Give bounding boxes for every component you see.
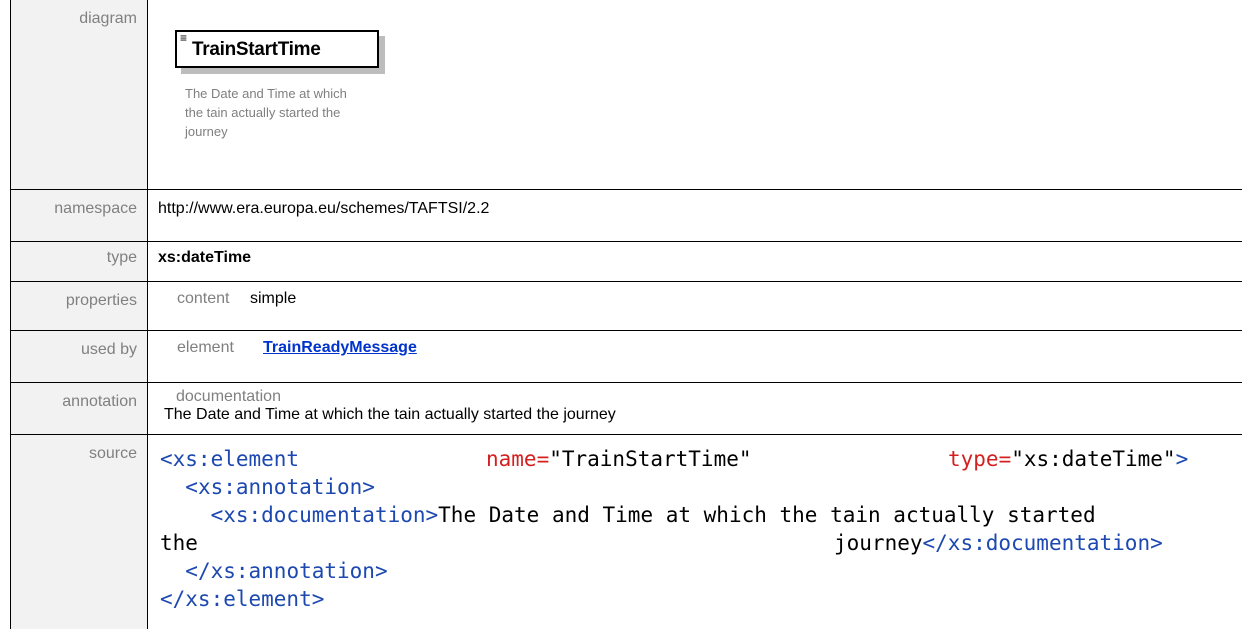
tag-documentation-open: <xs:documentation> xyxy=(211,503,439,527)
diagram-doc-line: The Date and Time at which xyxy=(185,84,435,103)
tag-annotation-close: </xs:annotation> xyxy=(185,559,387,583)
row-diagram: diagram ≡ TrainStartTime The Date and Ti… xyxy=(11,0,1242,190)
attr-type-value: "xs:dateTime" xyxy=(1011,447,1175,471)
used-by-cell: elementTrainReadyMessage xyxy=(148,331,1242,383)
attr-name-value: "TrainStartTime" xyxy=(549,447,751,471)
element-diagram: ≡ TrainStartTime The Date and Time at wh… xyxy=(148,0,1242,179)
documentation-text-2a: the xyxy=(160,531,198,555)
row-annotation: annotation documentation The Date and Ti… xyxy=(11,383,1242,435)
label-type: type xyxy=(11,242,148,282)
label-source: source xyxy=(11,435,148,629)
label-namespace: namespace xyxy=(11,190,148,242)
attr-type: type="xs:dateTime"> xyxy=(948,445,1188,473)
source-line-2: <xs:annotation> xyxy=(160,473,1239,501)
diagram-cell: ≡ TrainStartTime The Date and Time at wh… xyxy=(148,0,1242,190)
annotation-text: The Date and Time at which the tain actu… xyxy=(164,406,616,423)
label-used-by: used by xyxy=(11,331,148,383)
documentation-text-1: The Date and Time at which the tain actu… xyxy=(438,503,1095,527)
documentation-text-2b: journey xyxy=(834,531,923,555)
label-diagram: diagram xyxy=(11,0,148,190)
attr-name: name="TrainStartTime" xyxy=(486,445,752,473)
diagram-doc-line: journey xyxy=(185,122,435,141)
source-line-5: </xs:annotation> xyxy=(160,557,1239,585)
element-box[interactable]: ≡ TrainStartTime xyxy=(175,30,379,68)
tag-element-close: </xs:element> xyxy=(160,587,324,611)
used-by-kind: element xyxy=(177,339,263,357)
row-used-by: used by elementTrainReadyMessage xyxy=(11,331,1242,383)
source-line-4: the journey</xs:documentation> xyxy=(160,529,1239,557)
row-source: source <xs:element name="TrainStartTime" t… xyxy=(11,435,1242,629)
annotation-cell: documentation The Date and Time at which… xyxy=(148,383,1242,435)
label-annotation: annotation xyxy=(11,383,148,435)
schema-doc-table: diagram ≡ TrainStartTime The Date and Ti… xyxy=(10,0,1242,629)
element-name: TrainStartTime xyxy=(192,39,321,61)
element-content-icon: ≡ xyxy=(180,32,187,44)
namespace-value: http://www.era.europa.eu/schemes/TAFTSI/… xyxy=(148,190,1242,242)
source-line-6: </xs:element> xyxy=(160,585,1239,613)
source-line-1: <xs:element name="TrainStartTime" type="xs… xyxy=(160,445,1239,473)
row-type: type xs:dateTime xyxy=(11,242,1242,282)
annotation-key: documentation xyxy=(164,388,1242,406)
tag-element-close-bracket: > xyxy=(1176,447,1189,471)
tag-annotation-open: <xs:annotation> xyxy=(185,475,375,499)
used-by-link[interactable]: TrainReadyMessage xyxy=(263,339,417,356)
source-line-3: <xs:documentation>The Date and Time at w… xyxy=(160,501,1239,529)
type-value: xs:dateTime xyxy=(148,242,1242,282)
property-key: content xyxy=(177,290,250,308)
row-namespace: namespace http://www.era.europa.eu/schem… xyxy=(11,190,1242,242)
source-code: <xs:element name="TrainStartTime" type="xs… xyxy=(148,435,1242,629)
properties-cell: contentsimple xyxy=(148,282,1242,331)
tag-documentation-close: </xs:documentation> xyxy=(923,531,1163,555)
documentation-tail: journey</xs:documentation> xyxy=(834,529,1163,557)
property-value: simple xyxy=(250,290,296,307)
diagram-documentation: The Date and Time at which the tain actu… xyxy=(185,84,435,141)
tag-element-open: <xs:element xyxy=(160,447,299,471)
label-properties: properties xyxy=(11,282,148,331)
row-properties: properties contentsimple xyxy=(11,282,1242,331)
diagram-doc-line: the tain actually started the xyxy=(185,103,435,122)
